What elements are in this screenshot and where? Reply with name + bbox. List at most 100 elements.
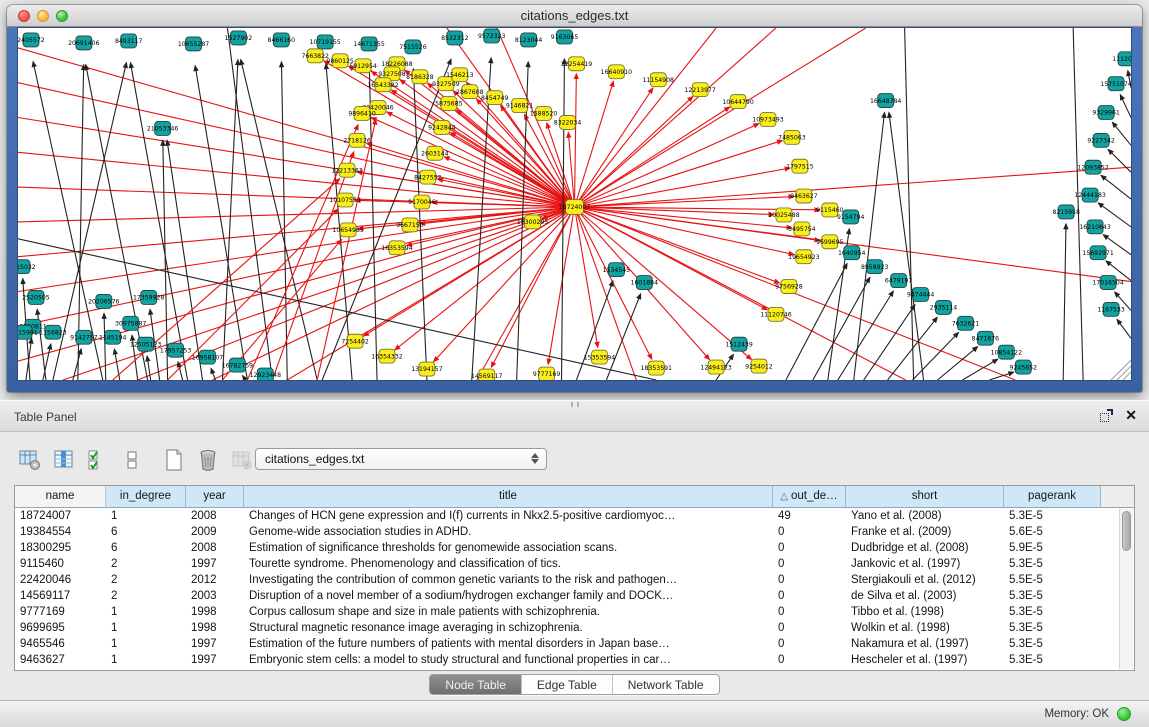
- black-edge[interactable]: [813, 277, 870, 380]
- column-header-name[interactable]: name: [15, 486, 106, 508]
- close-panel-icon[interactable]: ✕: [1125, 409, 1137, 422]
- red-edge[interactable]: [450, 133, 574, 207]
- yellow-node[interactable]: 12213977: [684, 83, 715, 97]
- teal-node[interactable]: 20691406: [68, 36, 99, 50]
- table-row[interactable]: 977716911998Corpus callosum shape and si…: [15, 604, 1134, 620]
- black-edge[interactable]: [211, 368, 215, 380]
- black-edge[interactable]: [178, 362, 183, 380]
- teal-node[interactable]: 8466160: [268, 33, 296, 47]
- table-row[interactable]: 946362711997Embryonic stem cells: a mode…: [15, 652, 1134, 668]
- red-edge[interactable]: [575, 207, 598, 347]
- teal-node[interactable]: 12444183: [1074, 188, 1105, 202]
- black-edge[interactable]: [472, 58, 491, 380]
- teal-node[interactable]: 21053346: [147, 121, 178, 135]
- yellow-node[interactable]: 9777169: [533, 367, 561, 380]
- black-edge[interactable]: [222, 60, 237, 380]
- teal-node[interactable]: 10719155: [309, 35, 340, 49]
- yellow-node[interactable]: 19654923: [788, 250, 819, 264]
- black-edge[interactable]: [1112, 122, 1131, 145]
- red-edge[interactable]: [575, 28, 717, 207]
- black-edge[interactable]: [114, 349, 119, 380]
- black-edge[interactable]: [989, 372, 1013, 380]
- red-edge[interactable]: [575, 28, 776, 207]
- teal-node[interactable]: 16210643: [1079, 220, 1110, 234]
- teal-node[interactable]: 16782759: [222, 358, 253, 372]
- black-edge[interactable]: [1073, 28, 1083, 380]
- red-edge[interactable]: [272, 152, 353, 380]
- teal-node[interactable]: 2405572: [18, 33, 45, 47]
- yellow-node[interactable]: 2718126: [343, 133, 371, 147]
- minimize-window-icon[interactable]: [37, 10, 49, 22]
- red-edge[interactable]: [367, 143, 575, 207]
- teal-node[interactable]: 15751074: [1100, 77, 1131, 91]
- teal-node[interactable]: 6479197: [885, 274, 913, 288]
- yellow-node[interactable]: 7663822: [301, 49, 329, 63]
- yellow-node[interactable]: 8454749: [481, 91, 509, 105]
- merge-cells-button[interactable]: [118, 446, 146, 474]
- yellow-node[interactable]: 7254402: [341, 334, 369, 348]
- red-edge[interactable]: [575, 167, 1132, 207]
- teal-node[interactable]: 9227342: [1087, 133, 1115, 147]
- network-canvas[interactable]: 2405572206914068493117106552871527902846…: [17, 27, 1132, 381]
- yellow-node[interactable]: 12494123: [700, 360, 731, 374]
- black-edge[interactable]: [1120, 95, 1131, 118]
- float-panel-icon[interactable]: [1100, 409, 1113, 422]
- yellow-node[interactable]: 11120746: [760, 307, 791, 321]
- table-settings-button[interactable]: [16, 446, 44, 474]
- teal-node[interactable]: 1167533: [1097, 302, 1125, 316]
- red-edge[interactable]: [575, 140, 783, 207]
- red-edge[interactable]: [575, 207, 752, 360]
- teal-node[interactable]: 10854122: [991, 345, 1022, 359]
- teal-node[interactable]: 8493117: [115, 34, 143, 48]
- close-window-icon[interactable]: [18, 10, 30, 22]
- teal-node[interactable]: 8532312: [441, 31, 469, 45]
- delete-rows-button[interactable]: [194, 446, 222, 474]
- black-edge[interactable]: [576, 281, 612, 380]
- column-header-out_de[interactable]: △out_de…: [773, 486, 846, 508]
- black-edge[interactable]: [1063, 224, 1066, 380]
- black-edge[interactable]: [281, 62, 287, 380]
- tab-edge-table[interactable]: Edge Table: [522, 675, 613, 694]
- teal-node[interactable]: 17016504: [1092, 276, 1123, 290]
- teal-node[interactable]: 8958923: [861, 260, 889, 274]
- black-edge[interactable]: [889, 112, 924, 380]
- table-row[interactable]: 911546021997Tourette syndrome. Phenomeno…: [15, 556, 1134, 572]
- teal-node[interactable]: 8215958: [1052, 205, 1080, 219]
- network-window-titlebar[interactable]: citations_edges.txt: [7, 5, 1142, 27]
- red-edge[interactable]: [575, 107, 730, 207]
- teal-node[interactable]: 1640954: [838, 246, 866, 260]
- yellow-node[interactable]: 2603144: [421, 146, 449, 160]
- teal-node[interactable]: 17359928: [133, 291, 164, 305]
- red-edge[interactable]: [575, 96, 693, 207]
- column-header-year[interactable]: year: [186, 486, 244, 508]
- red-edge[interactable]: [575, 74, 577, 207]
- black-edge[interactable]: [905, 28, 914, 380]
- table-row[interactable]: 2242004622012Investigating the contribut…: [15, 572, 1134, 588]
- scrollbar-thumb[interactable]: [1122, 511, 1131, 551]
- yellow-node[interactable]: 18353591: [641, 361, 672, 375]
- table-row[interactable]: 969969511998Structural magnetic resonanc…: [15, 620, 1134, 636]
- zoom-window-icon[interactable]: [56, 10, 68, 22]
- red-edge[interactable]: [387, 112, 575, 207]
- column-header-title[interactable]: title: [244, 486, 773, 508]
- tab-node-table[interactable]: Node Table: [430, 675, 522, 694]
- yellow-node[interactable]: 12254419: [561, 57, 592, 71]
- teal-node[interactable]: 2520505: [22, 291, 50, 305]
- teal-node[interactable]: 9329961: [1092, 106, 1120, 120]
- resize-grip-icon[interactable]: [1111, 360, 1131, 380]
- yellow-node[interactable]: 9170046: [408, 195, 436, 209]
- teal-node[interactable]: 9142757: [70, 330, 98, 344]
- row-checks-button[interactable]: [84, 446, 112, 474]
- yellow-node[interactable]: 9254012: [745, 359, 773, 373]
- vertical-scrollbar[interactable]: [1119, 509, 1133, 669]
- teal-node[interactable]: 7515526: [399, 40, 427, 54]
- resize-grip-icon[interactable]: [1117, 366, 1131, 380]
- tab-network-table[interactable]: Network Table: [613, 675, 719, 694]
- column-header-pagerank[interactable]: pagerank: [1004, 486, 1101, 508]
- yellow-node[interactable]: 15353594: [584, 350, 615, 364]
- red-edge[interactable]: [575, 197, 794, 207]
- red-edge[interactable]: [371, 118, 574, 207]
- black-edge[interactable]: [606, 294, 640, 380]
- red-edge[interactable]: [18, 152, 575, 207]
- teal-node[interactable]: 20206576: [88, 294, 119, 308]
